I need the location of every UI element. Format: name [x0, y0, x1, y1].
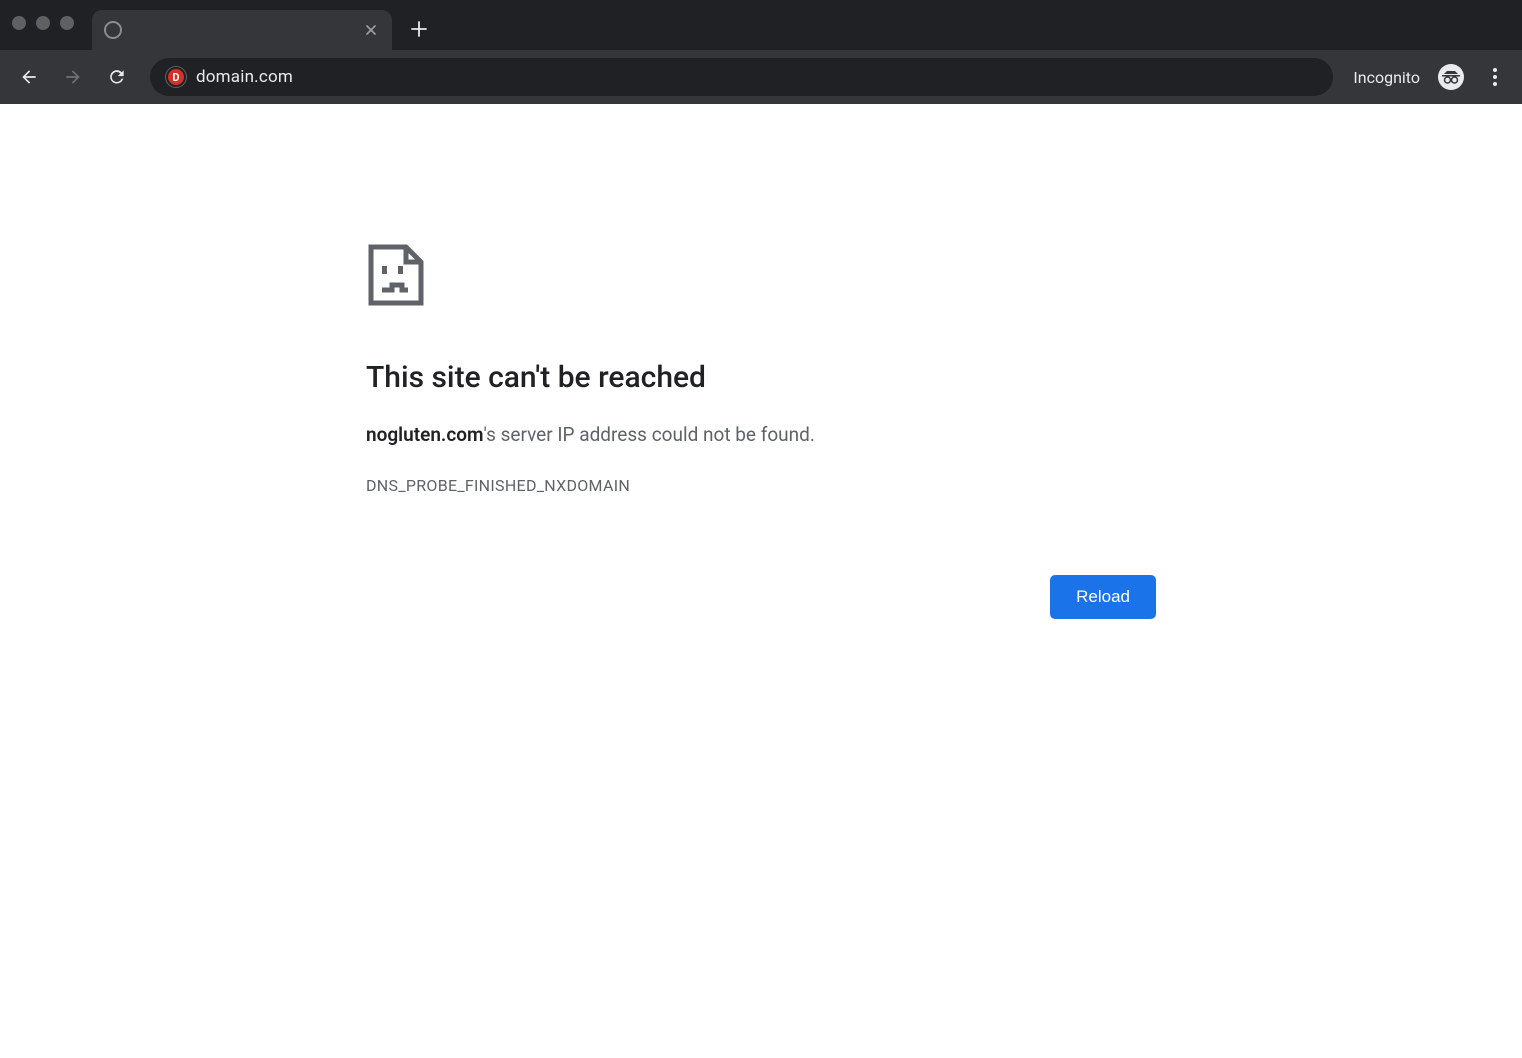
- toolbar: domain.com Incognito: [0, 50, 1522, 104]
- reload-button[interactable]: [100, 60, 134, 94]
- browser-tab[interactable]: [92, 10, 392, 50]
- error-title: This site can't be reached: [366, 360, 1156, 395]
- window-controls: [12, 16, 74, 30]
- reload-page-button[interactable]: Reload: [1050, 575, 1156, 619]
- forward-button[interactable]: [56, 60, 90, 94]
- error-message: 's server IP address could not be found.: [484, 423, 815, 446]
- new-tab-button[interactable]: [404, 14, 434, 44]
- incognito-icon: [1438, 64, 1464, 90]
- url-text: domain.com: [196, 67, 293, 87]
- incognito-label: Incognito: [1353, 68, 1420, 87]
- menu-button[interactable]: [1480, 62, 1510, 92]
- error-container: This site can't be reached nogluten.com'…: [366, 244, 1156, 619]
- kebab-icon: [1493, 68, 1497, 86]
- window-close-button[interactable]: [12, 16, 26, 30]
- error-code: DNS_PROBE_FINISHED_NXDOMAIN: [366, 476, 1156, 495]
- window-maximize-button[interactable]: [60, 16, 74, 30]
- address-bar[interactable]: domain.com: [150, 58, 1333, 96]
- window-minimize-button[interactable]: [36, 16, 50, 30]
- button-row: Reload: [366, 575, 1156, 619]
- titlebar: [0, 0, 1522, 50]
- back-button[interactable]: [12, 60, 46, 94]
- error-description: nogluten.com's server IP address could n…: [366, 423, 1156, 446]
- tab-close-button[interactable]: [362, 21, 380, 39]
- error-domain: nogluten.com: [366, 423, 484, 446]
- page-content: This site can't be reached nogluten.com'…: [0, 104, 1522, 619]
- sad-page-icon: [368, 244, 1156, 310]
- site-favicon-icon: [166, 67, 186, 87]
- globe-icon: [104, 21, 122, 39]
